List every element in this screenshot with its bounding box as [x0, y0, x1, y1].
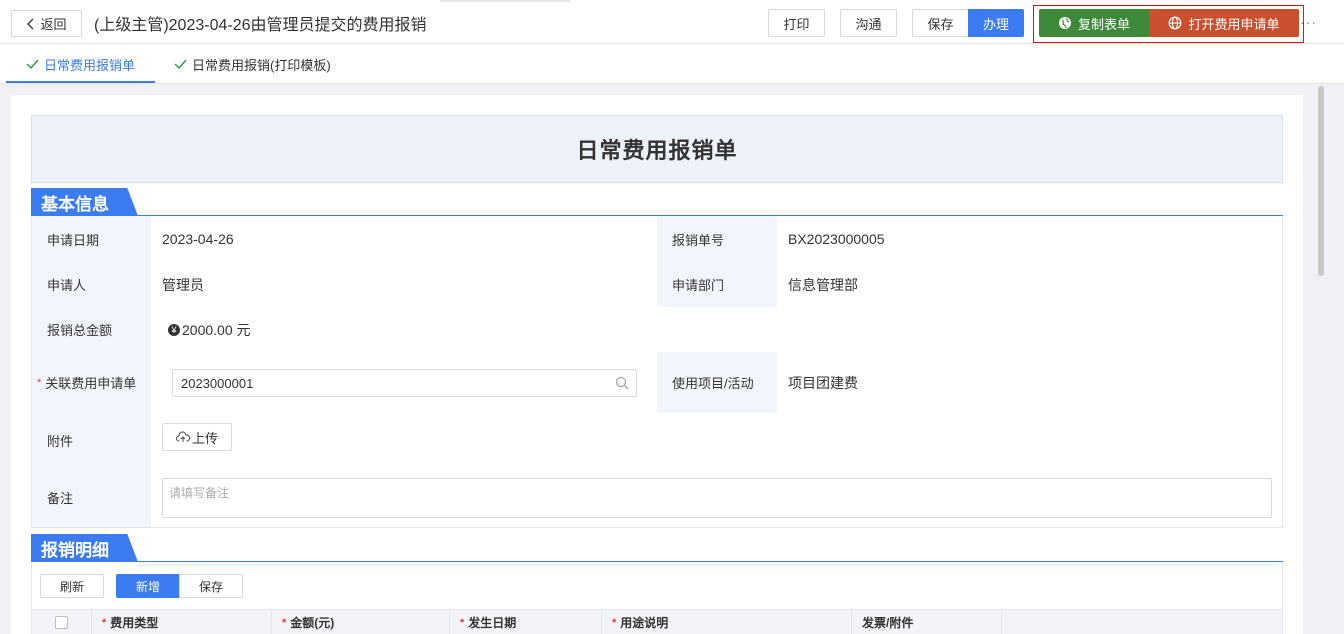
search-icon[interactable]: [615, 376, 629, 390]
number-value: BX2023000005: [777, 216, 1283, 263]
section-title: 报销明细: [31, 534, 138, 562]
related-request-label: 关联费用申请单: [45, 376, 137, 391]
col-purpose: * 用途说明: [602, 610, 852, 634]
tab-expense-form[interactable]: 日常费用报销单: [26, 44, 135, 84]
project-value: 项目团建费: [777, 352, 1283, 414]
project-label: 使用项目/活动: [657, 352, 778, 414]
column-label: 金额(元): [290, 616, 335, 630]
col-date: * 发生日期: [450, 610, 602, 634]
required-mark: *: [282, 616, 287, 629]
cloud-upload-icon: [175, 431, 190, 442]
upload-label: 上传: [191, 430, 218, 446]
total-amount-label: 报销总金额: [31, 307, 152, 353]
back-label: 返回: [40, 17, 67, 32]
divider: [440, 0, 570, 2]
back-button[interactable]: 返回: [11, 10, 82, 37]
section-title: 基本信息: [31, 188, 138, 216]
tab-bar: 日常费用报销单 日常费用报销(打印模板): [0, 44, 1344, 84]
apply-date-value: 2023-04-26: [151, 216, 658, 263]
col-invoice: 发票/附件: [852, 610, 1002, 634]
total-amount-value-cell: ¥ 2000.00 元: [151, 307, 1283, 353]
required-mark: *: [612, 616, 617, 629]
scrollbar[interactable]: [1318, 86, 1324, 276]
save-detail-button[interactable]: 保存: [179, 574, 243, 598]
yuan-icon: ¥: [168, 323, 180, 336]
save-button[interactable]: 保存: [912, 9, 969, 37]
page-title: (上级主管)2023-04-26由管理员提交的费用报销: [94, 17, 427, 34]
dept-value: 信息管理部: [777, 262, 1283, 308]
refresh-button[interactable]: 刷新: [40, 574, 104, 598]
globe-icon: [1058, 17, 1071, 29]
check-icon: [174, 59, 187, 70]
copy-form-label: 复制表单: [1077, 16, 1130, 32]
attachment-cell: [151, 413, 1283, 469]
chevron-left-icon: [27, 18, 34, 29]
column-label: 用途说明: [620, 616, 669, 630]
tab-print-template[interactable]: 日常费用报销(打印模板): [174, 44, 331, 84]
web-icon: [1169, 16, 1182, 30]
column-label: 发生日期: [468, 616, 517, 630]
handle-button[interactable]: 办理: [968, 9, 1024, 37]
check-icon: [26, 59, 39, 70]
more-icon[interactable]: ···: [1300, 14, 1317, 30]
apply-date-label: 申请日期: [31, 216, 152, 263]
select-all-cell: [32, 610, 92, 634]
dept-label: 申请部门: [657, 262, 778, 308]
col-expense-type: * 费用类型: [92, 610, 272, 634]
detail-table-header: * 费用类型 * 金额(元) * 发生日期 * 用途说明 发票/附件: [32, 609, 1282, 634]
form-title: 日常费用报销单: [31, 115, 1283, 183]
applicant-value: 管理员: [151, 262, 658, 308]
active-tab-indicator: [6, 81, 155, 83]
open-expense-request-button[interactable]: 打开费用申请单: [1149, 9, 1299, 37]
required-mark: *: [102, 616, 107, 629]
column-label: 发票/附件: [862, 616, 914, 630]
tab-label: 日常费用报销(打印模板): [192, 57, 331, 73]
communicate-button[interactable]: 沟通: [840, 9, 897, 37]
open-expense-request-label: 打开费用申请单: [1188, 16, 1280, 32]
print-button[interactable]: 打印: [768, 9, 825, 37]
col-amount: * 金额(元): [272, 610, 450, 634]
related-request-label-cell: * 关联费用申请单: [31, 352, 152, 414]
section-detail: 报销明细: [31, 534, 1283, 562]
add-row-button[interactable]: 新增: [116, 574, 180, 598]
required-mark: *: [460, 616, 465, 629]
required-mark: *: [37, 376, 42, 389]
top-header: 返回 (上级主管)2023-04-26由管理员提交的费用报销 打印 沟通 保存 …: [0, 0, 1344, 44]
tab-label: 日常费用报销单: [44, 57, 136, 73]
related-request-input[interactable]: 2023000001: [172, 369, 637, 397]
remark-label: 备注: [31, 468, 152, 528]
attachment-label: 附件: [31, 413, 152, 469]
column-label: 费用类型: [110, 616, 159, 630]
remark-textarea[interactable]: 请填写备注: [162, 478, 1272, 518]
select-all-checkbox[interactable]: [55, 616, 68, 629]
upload-button[interactable]: 上传: [162, 423, 232, 451]
related-request-value: 2023000001: [181, 375, 254, 391]
total-amount-value: 2000.00 元: [182, 321, 251, 338]
section-basic-info: 基本信息: [31, 188, 1283, 216]
applicant-label: 申请人: [31, 262, 152, 308]
copy-form-button[interactable]: 复制表单: [1039, 9, 1149, 37]
number-label: 报销单号: [657, 216, 778, 263]
